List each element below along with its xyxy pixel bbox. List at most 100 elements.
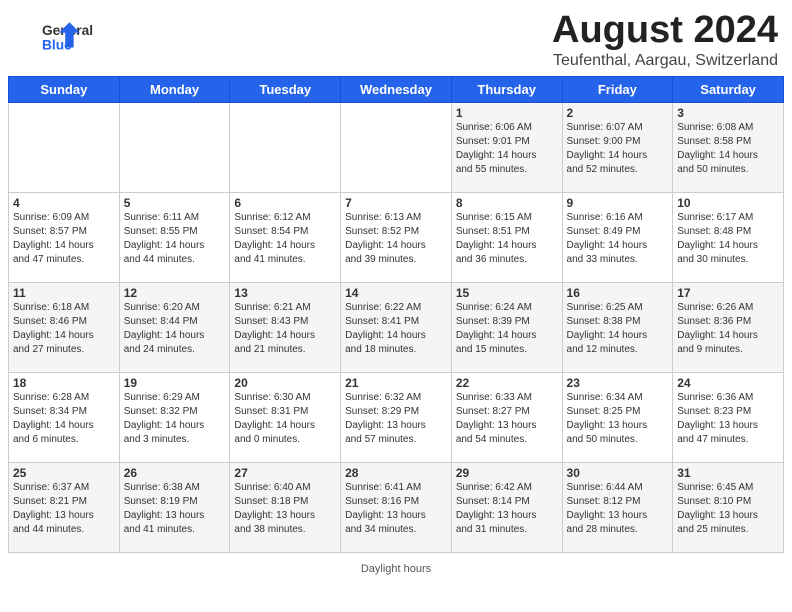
day-info: Sunrise: 6:22 AMSunset: 8:41 PMDaylight:… bbox=[345, 301, 447, 357]
day-number: 15 bbox=[456, 286, 558, 300]
calendar-cell: 14Sunrise: 6:22 AMSunset: 8:41 PMDayligh… bbox=[341, 282, 452, 372]
day-info: Sunrise: 6:06 AMSunset: 9:01 PMDaylight:… bbox=[456, 121, 558, 177]
calendar-cell: 8Sunrise: 6:15 AMSunset: 8:51 PMDaylight… bbox=[451, 192, 562, 282]
calendar-cell: 25Sunrise: 6:37 AMSunset: 8:21 PMDayligh… bbox=[9, 462, 120, 552]
calendar-cell: 29Sunrise: 6:42 AMSunset: 8:14 PMDayligh… bbox=[451, 462, 562, 552]
day-number: 27 bbox=[234, 466, 336, 480]
day-info: Sunrise: 6:41 AMSunset: 8:16 PMDaylight:… bbox=[345, 481, 447, 537]
day-info: Sunrise: 6:32 AMSunset: 8:29 PMDaylight:… bbox=[345, 391, 447, 447]
day-info: Sunrise: 6:30 AMSunset: 8:31 PMDaylight:… bbox=[234, 391, 336, 447]
day-number: 13 bbox=[234, 286, 336, 300]
calendar-cell: 30Sunrise: 6:44 AMSunset: 8:12 PMDayligh… bbox=[562, 462, 673, 552]
day-info: Sunrise: 6:17 AMSunset: 8:48 PMDaylight:… bbox=[677, 211, 779, 267]
day-info: Sunrise: 6:34 AMSunset: 8:25 PMDaylight:… bbox=[567, 391, 669, 447]
calendar-cell: 23Sunrise: 6:34 AMSunset: 8:25 PMDayligh… bbox=[562, 372, 673, 462]
col-header-wednesday: Wednesday bbox=[341, 76, 452, 102]
day-info: Sunrise: 6:15 AMSunset: 8:51 PMDaylight:… bbox=[456, 211, 558, 267]
calendar-cell: 16Sunrise: 6:25 AMSunset: 8:38 PMDayligh… bbox=[562, 282, 673, 372]
day-info: Sunrise: 6:12 AMSunset: 8:54 PMDaylight:… bbox=[234, 211, 336, 267]
day-info: Sunrise: 6:11 AMSunset: 8:55 PMDaylight:… bbox=[124, 211, 226, 267]
calendar-cell: 4Sunrise: 6:09 AMSunset: 8:57 PMDaylight… bbox=[9, 192, 120, 282]
day-info: Sunrise: 6:33 AMSunset: 8:27 PMDaylight:… bbox=[456, 391, 558, 447]
logo: General Blue bbox=[14, 18, 106, 61]
calendar-cell bbox=[9, 102, 120, 192]
day-number: 17 bbox=[677, 286, 779, 300]
day-number: 6 bbox=[234, 196, 336, 210]
day-number: 29 bbox=[456, 466, 558, 480]
calendar-cell bbox=[230, 102, 341, 192]
day-info: Sunrise: 6:24 AMSunset: 8:39 PMDaylight:… bbox=[456, 301, 558, 357]
main-title: August 2024 bbox=[552, 10, 778, 52]
day-number: 3 bbox=[677, 106, 779, 120]
day-number: 11 bbox=[13, 286, 115, 300]
calendar-cell: 20Sunrise: 6:30 AMSunset: 8:31 PMDayligh… bbox=[230, 372, 341, 462]
day-number: 8 bbox=[456, 196, 558, 210]
calendar-body: 1Sunrise: 6:06 AMSunset: 9:01 PMDaylight… bbox=[9, 102, 784, 552]
day-info: Sunrise: 6:16 AMSunset: 8:49 PMDaylight:… bbox=[567, 211, 669, 267]
day-number: 24 bbox=[677, 376, 779, 390]
calendar-cell: 26Sunrise: 6:38 AMSunset: 8:19 PMDayligh… bbox=[119, 462, 230, 552]
calendar-cell: 12Sunrise: 6:20 AMSunset: 8:44 PMDayligh… bbox=[119, 282, 230, 372]
day-info: Sunrise: 6:26 AMSunset: 8:36 PMDaylight:… bbox=[677, 301, 779, 357]
day-number: 10 bbox=[677, 196, 779, 210]
calendar-cell: 24Sunrise: 6:36 AMSunset: 8:23 PMDayligh… bbox=[673, 372, 784, 462]
calendar-cell: 13Sunrise: 6:21 AMSunset: 8:43 PMDayligh… bbox=[230, 282, 341, 372]
header: General Blue August 2024 Teufenthal, Aar… bbox=[0, 0, 792, 76]
calendar-cell: 10Sunrise: 6:17 AMSunset: 8:48 PMDayligh… bbox=[673, 192, 784, 282]
footer: Daylight hours bbox=[0, 561, 792, 577]
day-number: 23 bbox=[567, 376, 669, 390]
day-info: Sunrise: 6:25 AMSunset: 8:38 PMDaylight:… bbox=[567, 301, 669, 357]
day-info: Sunrise: 6:28 AMSunset: 8:34 PMDaylight:… bbox=[13, 391, 115, 447]
day-info: Sunrise: 6:21 AMSunset: 8:43 PMDaylight:… bbox=[234, 301, 336, 357]
day-number: 1 bbox=[456, 106, 558, 120]
day-number: 19 bbox=[124, 376, 226, 390]
day-number: 7 bbox=[345, 196, 447, 210]
calendar-cell: 2Sunrise: 6:07 AMSunset: 9:00 PMDaylight… bbox=[562, 102, 673, 192]
calendar-cell bbox=[119, 102, 230, 192]
subtitle: Teufenthal, Aargau, Switzerland bbox=[552, 52, 778, 70]
day-number: 4 bbox=[13, 196, 115, 210]
footer-text: Daylight hours bbox=[361, 563, 431, 575]
day-info: Sunrise: 6:44 AMSunset: 8:12 PMDaylight:… bbox=[567, 481, 669, 537]
calendar-cell: 31Sunrise: 6:45 AMSunset: 8:10 PMDayligh… bbox=[673, 462, 784, 552]
day-number: 20 bbox=[234, 376, 336, 390]
day-info: Sunrise: 6:45 AMSunset: 8:10 PMDaylight:… bbox=[677, 481, 779, 537]
col-header-tuesday: Tuesday bbox=[230, 76, 341, 102]
col-header-thursday: Thursday bbox=[451, 76, 562, 102]
calendar-cell: 18Sunrise: 6:28 AMSunset: 8:34 PMDayligh… bbox=[9, 372, 120, 462]
day-info: Sunrise: 6:18 AMSunset: 8:46 PMDaylight:… bbox=[13, 301, 115, 357]
day-number: 16 bbox=[567, 286, 669, 300]
calendar-cell: 11Sunrise: 6:18 AMSunset: 8:46 PMDayligh… bbox=[9, 282, 120, 372]
calendar-cell: 6Sunrise: 6:12 AMSunset: 8:54 PMDaylight… bbox=[230, 192, 341, 282]
day-number: 18 bbox=[13, 376, 115, 390]
calendar-cell: 28Sunrise: 6:41 AMSunset: 8:16 PMDayligh… bbox=[341, 462, 452, 552]
calendar-cell: 19Sunrise: 6:29 AMSunset: 8:32 PMDayligh… bbox=[119, 372, 230, 462]
col-header-friday: Friday bbox=[562, 76, 673, 102]
day-number: 5 bbox=[124, 196, 226, 210]
day-number: 28 bbox=[345, 466, 447, 480]
day-info: Sunrise: 6:09 AMSunset: 8:57 PMDaylight:… bbox=[13, 211, 115, 267]
day-number: 12 bbox=[124, 286, 226, 300]
calendar: SundayMondayTuesdayWednesdayThursdayFrid… bbox=[8, 76, 784, 553]
calendar-cell: 7Sunrise: 6:13 AMSunset: 8:52 PMDaylight… bbox=[341, 192, 452, 282]
day-info: Sunrise: 6:37 AMSunset: 8:21 PMDaylight:… bbox=[13, 481, 115, 537]
day-number: 26 bbox=[124, 466, 226, 480]
day-info: Sunrise: 6:20 AMSunset: 8:44 PMDaylight:… bbox=[124, 301, 226, 357]
day-number: 9 bbox=[567, 196, 669, 210]
calendar-cell: 21Sunrise: 6:32 AMSunset: 8:29 PMDayligh… bbox=[341, 372, 452, 462]
day-number: 30 bbox=[567, 466, 669, 480]
calendar-cell: 1Sunrise: 6:06 AMSunset: 9:01 PMDaylight… bbox=[451, 102, 562, 192]
calendar-cell bbox=[341, 102, 452, 192]
day-number: 22 bbox=[456, 376, 558, 390]
day-info: Sunrise: 6:08 AMSunset: 8:58 PMDaylight:… bbox=[677, 121, 779, 177]
title-block: August 2024 Teufenthal, Aargau, Switzerl… bbox=[552, 10, 778, 70]
logo-icon: General Blue bbox=[16, 18, 106, 56]
calendar-cell: 22Sunrise: 6:33 AMSunset: 8:27 PMDayligh… bbox=[451, 372, 562, 462]
day-info: Sunrise: 6:38 AMSunset: 8:19 PMDaylight:… bbox=[124, 481, 226, 537]
col-header-monday: Monday bbox=[119, 76, 230, 102]
day-number: 2 bbox=[567, 106, 669, 120]
calendar-header: SundayMondayTuesdayWednesdayThursdayFrid… bbox=[9, 76, 784, 102]
day-info: Sunrise: 6:13 AMSunset: 8:52 PMDaylight:… bbox=[345, 211, 447, 267]
day-info: Sunrise: 6:36 AMSunset: 8:23 PMDaylight:… bbox=[677, 391, 779, 447]
calendar-cell: 27Sunrise: 6:40 AMSunset: 8:18 PMDayligh… bbox=[230, 462, 341, 552]
